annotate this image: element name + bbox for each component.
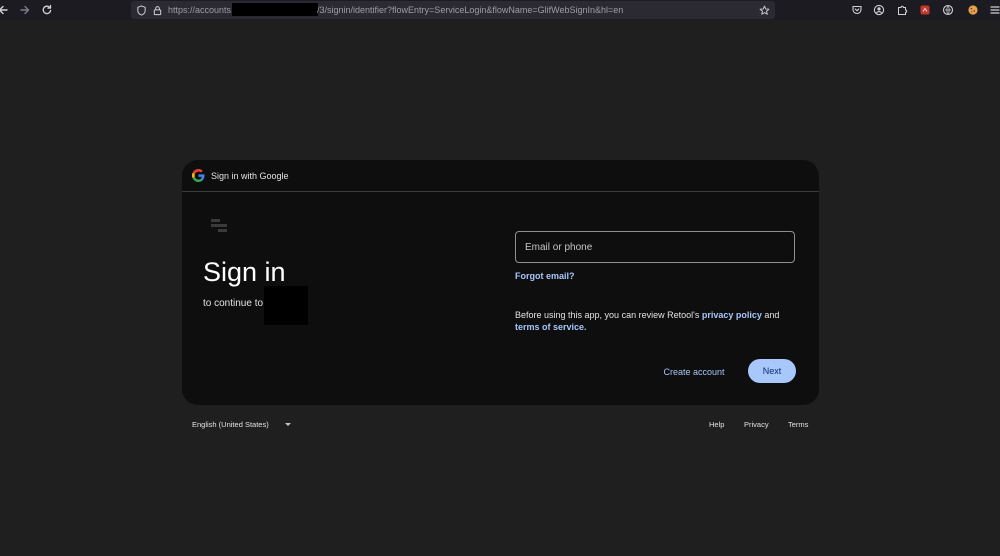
- app-name-redaction: [264, 286, 308, 325]
- forward-arrow-icon[interactable]: [16, 1, 34, 19]
- app-logo: [211, 219, 227, 233]
- browser-toolbar: https://accounts /3/signin/identifier?fl…: [0, 0, 1000, 20]
- header-title: Sign in with Google: [211, 171, 289, 181]
- google-g-icon: [192, 169, 205, 182]
- privacy-notice: Before using this app, you can review Re…: [515, 309, 800, 333]
- url-redaction: [232, 3, 318, 16]
- language-label: English (United States): [192, 420, 269, 429]
- signin-card: Sign in with Google Sign in to continue …: [182, 160, 819, 405]
- next-button[interactable]: Next: [748, 359, 796, 383]
- language-selector[interactable]: English (United States): [192, 419, 291, 430]
- url-bar[interactable]: https://accounts /3/signin/identifier?fl…: [131, 1, 775, 19]
- card-header: Sign in with Google: [182, 160, 819, 192]
- back-arrow-icon[interactable]: [0, 1, 12, 19]
- notice-after: .: [584, 322, 587, 332]
- extension-cookie-icon[interactable]: [966, 3, 980, 17]
- extension-red-icon[interactable]: [918, 3, 932, 17]
- lock-icon[interactable]: [151, 4, 163, 16]
- create-account-button[interactable]: Create account: [654, 360, 734, 384]
- account-icon[interactable]: [872, 3, 886, 17]
- terms-of-service-link[interactable]: terms of service: [515, 322, 584, 332]
- extension-globe-icon[interactable]: [941, 3, 955, 17]
- reload-icon[interactable]: [38, 1, 56, 19]
- help-link[interactable]: Help: [709, 419, 724, 430]
- hamburger-menu-icon[interactable]: [988, 3, 1000, 17]
- pocket-icon[interactable]: [850, 3, 864, 17]
- star-icon[interactable]: [758, 4, 770, 16]
- notice-before: Before using this app, you can review Re…: [515, 310, 702, 320]
- shield-icon[interactable]: [135, 4, 147, 16]
- privacy-policy-link[interactable]: privacy policy: [702, 310, 762, 320]
- page-title: Sign in: [203, 257, 286, 287]
- forgot-email-link[interactable]: Forgot email?: [515, 270, 575, 282]
- url-prefix: https://accounts: [168, 5, 232, 15]
- notice-and: and: [761, 310, 780, 320]
- url-suffix: /3/signin/identifier?flowEntry=ServiceLo…: [317, 5, 624, 15]
- terms-link[interactable]: Terms: [788, 419, 808, 430]
- email-input[interactable]: [516, 232, 794, 262]
- caret-down-icon: [284, 423, 291, 426]
- continue-text: to continue to: [203, 298, 264, 309]
- privacy-link[interactable]: Privacy: [744, 419, 769, 430]
- extensions-icon[interactable]: [895, 3, 909, 17]
- email-field[interactable]: Email or phone: [515, 231, 795, 263]
